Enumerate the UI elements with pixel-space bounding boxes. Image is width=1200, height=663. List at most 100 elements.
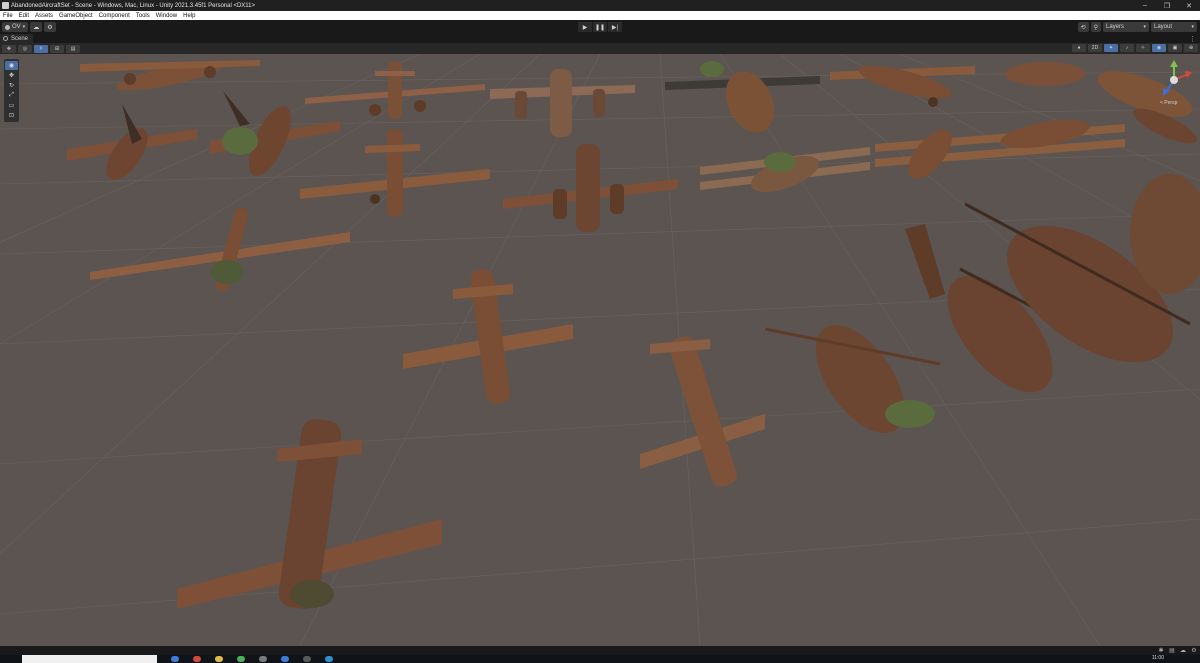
aircraft-model[interactable] (398, 264, 578, 409)
minimize-button[interactable]: – (1134, 0, 1156, 11)
taskbar-app-icon[interactable] (281, 656, 289, 662)
taskbar-app-icon[interactable] (215, 656, 223, 662)
maximize-button[interactable]: ❐ (1156, 0, 1178, 11)
camera-settings-button[interactable]: ▣ (1168, 44, 1182, 52)
aircraft-model[interactable] (85, 202, 355, 297)
layers-label: Layers (1106, 24, 1125, 30)
menu-window[interactable]: Window (153, 13, 180, 19)
move-tool[interactable]: ✥ (5, 71, 18, 80)
move-icon: ✥ (8, 73, 15, 79)
transform-tool[interactable]: ⊡ (5, 111, 18, 120)
taskbar-app-icon[interactable] (303, 656, 311, 662)
pivot-button[interactable]: ◎ (18, 44, 32, 53)
draw-mode-button[interactable]: ● (1072, 44, 1086, 52)
taskbar-app-icon[interactable] (325, 656, 333, 662)
account-icon (5, 24, 10, 30)
menu-file[interactable]: File (0, 13, 16, 19)
effects-toggle[interactable]: ✧ (1136, 44, 1150, 52)
bug-icon[interactable]: ✱ (1157, 647, 1165, 654)
account-dropdown[interactable]: OV ▾ (2, 22, 29, 32)
step-button[interactable]: ▶| (608, 22, 622, 32)
grid-snap-button[interactable]: # (34, 44, 48, 53)
speaker-icon: ♪ (1125, 45, 1129, 51)
view-tool[interactable]: ◉ (5, 61, 18, 70)
chevron-down-icon: ▾ (1143, 24, 1146, 30)
gizmos-button[interactable]: ⊕ (1184, 44, 1198, 52)
projection-label[interactable]: < Persp (1160, 100, 1177, 106)
pivot-icon: ◎ (22, 45, 28, 52)
history-icon: ⟲ (1080, 24, 1086, 31)
chevron-down-icon: ▾ (1191, 24, 1194, 30)
aircraft-model[interactable] (635, 329, 770, 494)
aircraft-model[interactable] (498, 139, 683, 234)
audio-toggle[interactable]: ♪ (1120, 44, 1134, 52)
history-button[interactable]: ⟲ (1077, 22, 1089, 32)
aircraft-model[interactable] (62, 99, 202, 184)
scene-toolbar-right: ● 2D ✦ ♪ ✧ ◉ ▣ ⊕ (1070, 44, 1198, 52)
play-controls: ▶ ❚❚ ▶| (578, 22, 623, 32)
layers-dropdown[interactable]: Layers ▾ (1103, 22, 1149, 32)
collab-button[interactable]: ⚙ (44, 22, 56, 32)
settings-icon[interactable]: ⚙ (1190, 647, 1198, 654)
increment-icon: ▤ (70, 45, 76, 52)
effects-icon: ✧ (1140, 45, 1146, 51)
menu-edit[interactable]: Edit (16, 13, 32, 19)
2d-icon: 2D (1091, 45, 1099, 51)
tab-scene[interactable]: Scene (0, 34, 34, 43)
transform-icon: ⊡ (8, 113, 15, 119)
menu-assets[interactable]: Assets (32, 13, 56, 19)
grid-icon: # (39, 45, 43, 52)
taskbar-app-icon[interactable] (193, 656, 201, 662)
pause-button[interactable]: ❚❚ (593, 22, 607, 32)
light-bulb-icon: ✦ (1108, 45, 1114, 51)
globe-icon: ⊕ (1188, 45, 1194, 51)
menu-help[interactable]: Help (180, 13, 198, 19)
scene-visibility-toggle[interactable]: ◉ (1152, 44, 1166, 52)
menu-gameobject[interactable]: GameObject (56, 13, 96, 19)
taskbar-clock: 11:00 (1151, 655, 1164, 661)
account-label: OV (12, 24, 21, 30)
aircraft-model[interactable] (960, 164, 1200, 384)
menu-component[interactable]: Component (96, 13, 133, 19)
unity-logo-icon (2, 2, 9, 9)
eye-icon: ◉ (8, 63, 15, 69)
scene-viewport[interactable] (0, 54, 1200, 646)
lighting-toggle[interactable]: ✦ (1104, 44, 1118, 52)
cloud-button[interactable]: ☁ (30, 22, 43, 32)
layout-label: Layout (1154, 24, 1173, 30)
play-button[interactable]: ▶ (578, 22, 592, 32)
layers-icon[interactable]: ▤ (1168, 647, 1176, 654)
scale-tool[interactable]: ⤢ (5, 91, 18, 100)
snap-settings-button[interactable]: ⊞ (50, 44, 64, 53)
increment-snap-button[interactable]: ▤ (66, 44, 80, 53)
hand-tool-button[interactable]: ✥ (2, 44, 16, 53)
aircraft-model[interactable] (660, 54, 825, 134)
search-button[interactable]: ⚲ (1090, 22, 1101, 32)
chevron-down-icon: ▾ (22, 24, 26, 30)
taskbar-search[interactable] (22, 655, 157, 663)
camera-icon: ▣ (1172, 45, 1178, 51)
menu-tools[interactable]: Tools (133, 13, 153, 19)
close-button[interactable]: ✕ (1178, 0, 1200, 11)
kebab-menu-icon[interactable]: ⋮ (1189, 35, 1196, 43)
aircraft-model[interactable] (172, 414, 447, 614)
aircraft-model[interactable] (485, 59, 640, 139)
taskbar-app-icon[interactable] (237, 656, 245, 662)
scene-toolbar: ✥ ◎ # ⊞ ▤ (0, 43, 1200, 54)
rect-icon: ▭ (8, 103, 15, 109)
menu-bar: File Edit Assets GameObject Component To… (0, 11, 1200, 20)
aircraft-model[interactable] (695, 132, 875, 212)
search-icon: ⚲ (1093, 24, 1098, 31)
taskbar-app-icon[interactable] (171, 656, 179, 662)
status-bar: ✱ ▤ ☁ ⚙ (0, 646, 1200, 655)
tab-scene-label: Scene (11, 35, 29, 42)
cloud-sync-icon[interactable]: ☁ (1179, 647, 1187, 654)
rect-tool[interactable]: ▭ (5, 101, 18, 110)
rotate-tool[interactable]: ↻ (5, 81, 18, 90)
2d-toggle[interactable]: 2D (1088, 44, 1102, 52)
scale-icon: ⤢ (9, 92, 14, 98)
layout-dropdown[interactable]: Layout ▾ (1151, 22, 1197, 32)
window-title: AbandonedAircraftSet - Scene - Windows, … (11, 2, 256, 9)
eye-icon: ◉ (1156, 45, 1162, 51)
taskbar-app-icon[interactable] (259, 656, 267, 662)
